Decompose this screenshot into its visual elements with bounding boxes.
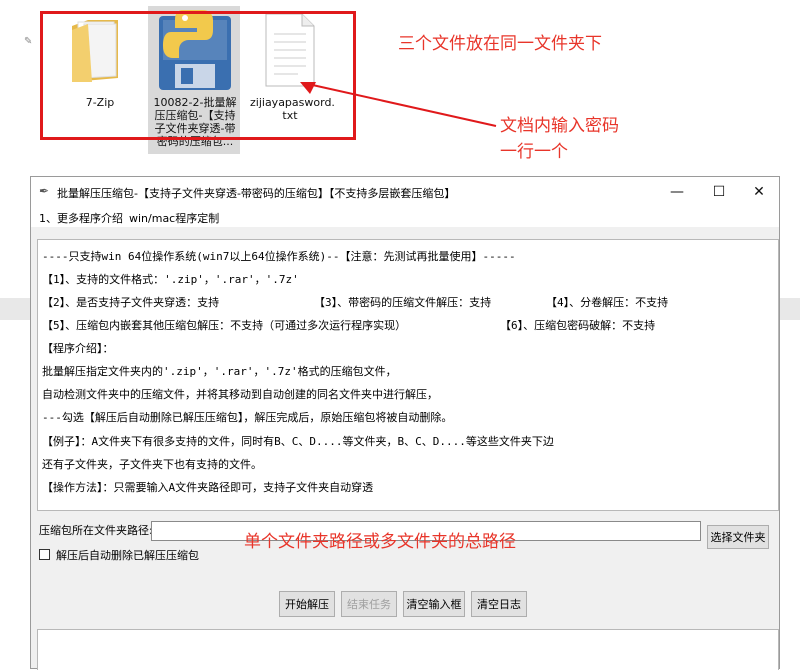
feather-icon: ✒ (39, 184, 50, 198)
menu-item-more-programs[interactable]: 1、更多程序介绍 (39, 210, 123, 226)
menu-item-custom-programs[interactable]: win/mac程序定制 (129, 210, 219, 226)
info-line: 【操作方法】：只需要输入A文件夹路径即可，支持子文件夹自动穿透 (42, 481, 374, 494)
maximize-button[interactable]: ☐ (699, 177, 739, 207)
info-line: 【4】、分卷解压：不支持 (546, 296, 669, 309)
delete-after-extract-checkbox[interactable] (39, 549, 50, 560)
close-button[interactable]: ✕ (739, 177, 779, 207)
annotation-password-line2: 一行一个 (500, 142, 568, 162)
delete-after-extract-label[interactable]: 解压后自动删除已解压压缩包 (56, 547, 199, 563)
stop-task-button[interactable]: 结束任务 (341, 591, 397, 617)
path-label: 压缩包所在文件夹路径: (39, 524, 153, 537)
clear-log-button[interactable]: 清空日志 (471, 591, 527, 617)
annotation-same-folder: 三个文件放在同一文件夹下 (398, 34, 602, 54)
info-line: 还有子文件夹，子文件夹下也有支持的文件。 (42, 458, 262, 471)
browse-folder-button[interactable]: 选择文件夹 (707, 525, 769, 549)
minimize-button[interactable]: — (657, 177, 697, 207)
pin-icon: ✎ (24, 36, 33, 47)
annotation-arrow (300, 82, 497, 127)
info-line: ---勾选【解压后自动删除已解压压缩包】，解压完成后，原始压缩包将被自动删除。 (42, 411, 453, 424)
info-line: 【5】、压缩包内嵌套其他压缩包解压：不支持（可通过多次运行程序实现） (42, 319, 407, 332)
info-line: 【2】、是否支持子文件夹穿透：支持 (42, 296, 220, 309)
window-title: 批量解压压缩包-【支持子文件夹穿透-带密码的压缩包】【不支持多层嵌套压缩包】 (57, 187, 456, 200)
info-line: 【例子】：A文件夹下有很多支持的文件，同时有B、C、D....等文件夹，B、C、… (42, 435, 554, 448)
info-line: 【程序介绍】： (42, 342, 114, 355)
info-line: 【6】、压缩包密码破解：不支持 (500, 319, 656, 332)
menu-bar: 1、更多程序介绍 win/mac程序定制 (31, 207, 779, 227)
info-line: ----只支持win 64位操作系统(win7以上64位操作系统)--【注意：先… (42, 250, 516, 263)
info-line: 【1】、支持的文件格式：'.zip'，'.rar'，'.7z' (42, 273, 299, 286)
app-window: ✒ 批量解压压缩包-【支持子文件夹穿透-带密码的压缩包】【不支持多层嵌套压缩包】… (30, 176, 780, 670)
background-strip (780, 298, 800, 320)
log-pane[interactable] (37, 629, 779, 670)
info-text-pane[interactable]: ----只支持win 64位操作系统(win7以上64位操作系统)--【注意：先… (37, 239, 779, 511)
info-line: 自动检测文件夹中的压缩文件，并将其移动到自动创建的同名文件夹中进行解压， (42, 388, 438, 401)
title-bar[interactable]: ✒ 批量解压压缩包-【支持子文件夹穿透-带密码的压缩包】【不支持多层嵌套压缩包】… (31, 177, 779, 207)
info-line: 【3】、带密码的压缩文件解压：支持 (314, 296, 492, 309)
annotation-password-line1: 文档内输入密码 (500, 116, 619, 136)
clear-input-button[interactable]: 清空输入框 (403, 591, 465, 617)
info-line: 批量解压指定文件夹内的'.zip'，'.rar'，'.7z'格式的压缩包文件， (42, 365, 397, 378)
annotation-path-note: 单个文件夹路径或多文件夹的总路径 (244, 532, 516, 552)
annotation-password-note: 文档内输入密码 一行一个 (500, 113, 619, 165)
start-extract-button[interactable]: 开始解压 (279, 591, 335, 617)
background-strip (0, 298, 30, 320)
